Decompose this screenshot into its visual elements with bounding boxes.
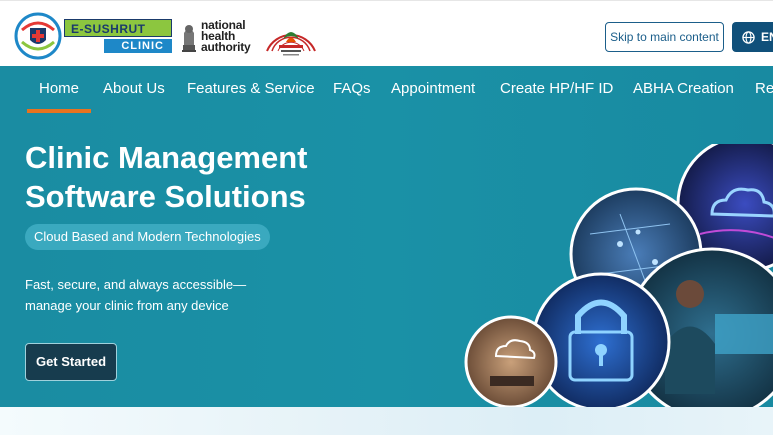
esushrut-badge-icon [14,12,62,60]
globe-icon [742,30,755,44]
top-header: E-SUSHRUT CLINIC national health authori… [0,0,773,66]
clinic-wordmark: CLINIC [104,39,172,53]
esushrut-logo[interactable]: E-SUSHRUT CLINIC [14,12,172,60]
get-started-button[interactable]: Get Started [25,343,117,381]
nha-line-3: authority [201,39,251,54]
abdm-logo-icon[interactable] [261,11,321,61]
nav-appointment[interactable]: Appointment [391,80,475,97]
padlock-image [531,272,671,407]
nav-active-indicator [27,109,91,113]
hero-title-line-1: Clinic Management [25,140,308,175]
hero-image-collage [464,144,773,407]
hero-title-line-2: Software Solutions [25,179,306,214]
cloud-laptop-image [464,315,558,407]
nav-faqs[interactable]: FAQs [333,80,371,97]
hero-description-line-2: manage your clinic from any device [25,298,229,313]
nav-create-hp-hf-id[interactable]: Create HP/HF ID [500,80,613,97]
technology-pill: Cloud Based and Modern Technologies [25,224,270,250]
nav-about-us[interactable]: About Us [103,80,165,97]
nha-logo[interactable]: national health authority [180,19,251,53]
language-button[interactable]: EN [732,22,773,52]
nav-features-service[interactable]: Features & Service [187,80,315,97]
main-nav: Home About Us Features & Service FAQs Ap… [0,66,773,113]
bottom-decorative-band [0,407,773,435]
nav-home[interactable]: Home [39,80,79,97]
hero-description-line-1: Fast, secure, and always accessible— [25,277,247,292]
language-label: EN [761,30,773,44]
logo-group: E-SUSHRUT CLINIC national health authori… [14,11,321,61]
hero-section: Home About Us Features & Service FAQs Ap… [0,66,773,407]
national-emblem-icon [182,25,196,52]
skip-to-main-content-link[interactable]: Skip to main content [605,22,724,52]
nav-overflow-item[interactable]: Re [755,80,773,97]
esushrut-wordmark: E-SUSHRUT [64,19,172,37]
nav-abha-creation[interactable]: ABHA Creation [633,80,734,97]
hero-title: Clinic Management Software Solutions [25,138,355,216]
hero-description: Fast, secure, and always accessible— man… [25,274,285,316]
